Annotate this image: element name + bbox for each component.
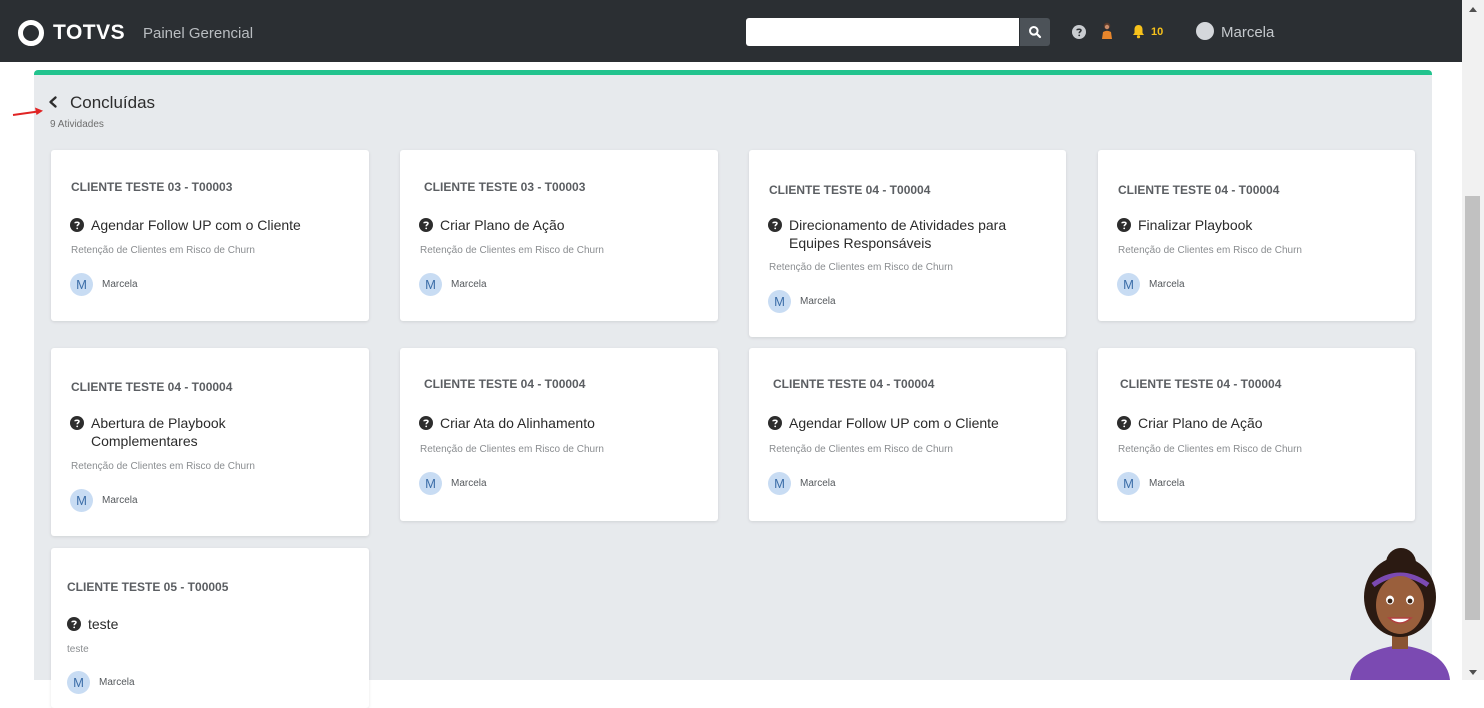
- card-task-label: Finalizar Playbook: [1138, 217, 1253, 233]
- card-user: Marcela: [102, 495, 138, 506]
- card-task-label: Direcionamento de Atividades para Equipe…: [789, 217, 1007, 251]
- card-description: Retenção de Clientes em Risco de Churn: [420, 444, 604, 455]
- notification-count[interactable]: 10: [1151, 26, 1163, 38]
- person-icon[interactable]: [1101, 22, 1113, 40]
- card-task: Agendar Follow UP com o Cliente: [70, 216, 360, 234]
- question-circle-icon: [1117, 416, 1131, 430]
- page-title: Concluídas: [70, 93, 156, 112]
- question-circle-icon: [1117, 218, 1131, 232]
- card-task: Abertura de Playbook Complementares: [70, 414, 290, 450]
- brand-logo[interactable]: TOTVS: [18, 20, 125, 46]
- card-task-label: Agendar Follow UP com o Cliente: [789, 415, 999, 431]
- activity-card[interactable]: CLIENTE TESTE 04 - T00004 Direcionamento…: [749, 150, 1066, 337]
- card-user: Marcela: [1149, 478, 1185, 489]
- card-description: Retenção de Clientes em Risco de Churn: [420, 245, 604, 256]
- avatar: M: [1117, 273, 1140, 296]
- avatar: M: [768, 472, 791, 495]
- card-client: CLIENTE TESTE 04 - T00004: [424, 377, 586, 391]
- brand-name: TOTVS: [53, 21, 126, 44]
- card-task: teste: [67, 615, 357, 633]
- scrollbar-thumb[interactable]: [1465, 196, 1480, 620]
- avatar: M: [419, 472, 442, 495]
- avatar: M: [768, 290, 791, 313]
- card-task-label: Criar Ata do Alinhamento: [440, 415, 595, 431]
- card-user: Marcela: [800, 478, 836, 489]
- card-task: Agendar Follow UP com o Cliente: [768, 414, 1058, 432]
- card-task: Criar Ata do Alinhamento: [419, 414, 709, 432]
- red-arrow-annotation-icon: [12, 107, 43, 116]
- card-user: Marcela: [102, 279, 138, 290]
- scroll-up-arrow[interactable]: [1469, 7, 1477, 12]
- card-description: Retenção de Clientes em Risco de Churn: [71, 461, 255, 472]
- card-task: Finalizar Playbook: [1117, 216, 1407, 234]
- activities-count: 9 Atividades: [50, 119, 104, 130]
- search-icon: [1029, 26, 1042, 39]
- card-task-label: Agendar Follow UP com o Cliente: [91, 217, 301, 233]
- card-task: Direcionamento de Atividades para Equipe…: [768, 216, 1048, 252]
- activity-card[interactable]: CLIENTE TESTE 03 - T00003 Criar Plano de…: [400, 150, 718, 321]
- search-button[interactable]: [1020, 18, 1050, 46]
- card-client: CLIENTE TESTE 04 - T00004: [769, 183, 931, 197]
- activity-card[interactable]: CLIENTE TESTE 04 - T00004 Criar Ata do A…: [400, 348, 718, 521]
- activity-card[interactable]: CLIENTE TESTE 04 - T00004 Abertura de Pl…: [51, 348, 369, 536]
- avatar: M: [419, 273, 442, 296]
- question-circle-icon: [768, 416, 782, 430]
- card-description: Retenção de Clientes em Risco de Churn: [769, 262, 953, 273]
- bell-icon[interactable]: [1132, 24, 1145, 39]
- card-user: Marcela: [451, 478, 487, 489]
- totvs-logo-icon: [18, 20, 44, 46]
- activity-card[interactable]: CLIENTE TESTE 03 - T00003 Agendar Follow…: [51, 150, 369, 321]
- card-description: teste: [67, 644, 89, 655]
- question-circle-icon: [768, 218, 782, 232]
- user-avatar-icon[interactable]: [1196, 22, 1214, 40]
- card-task-label: Abertura de Playbook Complementares: [91, 415, 226, 449]
- avatar: M: [70, 489, 93, 512]
- back-chevron-icon[interactable]: [47, 95, 59, 109]
- card-client: CLIENTE TESTE 04 - T00004: [71, 380, 233, 394]
- activity-card[interactable]: CLIENTE TESTE 04 - T00004 Finalizar Play…: [1098, 150, 1415, 321]
- card-client: CLIENTE TESTE 04 - T00004: [773, 377, 935, 391]
- card-client: CLIENTE TESTE 04 - T00004: [1120, 377, 1282, 391]
- question-circle-icon: [67, 617, 81, 631]
- card-client: CLIENTE TESTE 04 - T00004: [1118, 183, 1280, 197]
- card-task: Criar Plano de Ação: [419, 216, 709, 234]
- card-user: Marcela: [451, 279, 487, 290]
- search-input[interactable]: [746, 18, 1019, 46]
- card-task: Criar Plano de Ação: [1117, 414, 1407, 432]
- question-circle-icon: [419, 218, 433, 232]
- avatar: M: [1117, 472, 1140, 495]
- card-user: Marcela: [99, 677, 135, 688]
- question-circle-icon: [70, 218, 84, 232]
- help-icon[interactable]: [1072, 25, 1086, 39]
- question-circle-icon: [419, 416, 433, 430]
- card-task-label: Criar Plano de Ação: [440, 217, 565, 233]
- card-task-label: Criar Plano de Ação: [1138, 415, 1263, 431]
- scroll-down-arrow[interactable]: [1469, 670, 1477, 675]
- activity-card[interactable]: CLIENTE TESTE 04 - T00004 Criar Plano de…: [1098, 348, 1415, 521]
- avatar: M: [67, 671, 90, 694]
- card-task-label: teste: [88, 616, 119, 632]
- activity-card[interactable]: CLIENTE TESTE 05 - T00005 teste teste M …: [51, 548, 369, 708]
- card-description: Retenção de Clientes em Risco de Churn: [1118, 444, 1302, 455]
- avatar: M: [70, 273, 93, 296]
- card-user: Marcela: [1149, 279, 1185, 290]
- card-description: Retenção de Clientes em Risco de Churn: [1118, 245, 1302, 256]
- card-client: CLIENTE TESTE 03 - T00003: [424, 180, 586, 194]
- card-description: Retenção de Clientes em Risco de Churn: [71, 245, 255, 256]
- card-client: CLIENTE TESTE 03 - T00003: [71, 180, 233, 194]
- card-client: CLIENTE TESTE 05 - T00005: [67, 580, 229, 594]
- activity-card[interactable]: CLIENTE TESTE 04 - T00004 Agendar Follow…: [749, 348, 1066, 521]
- user-name[interactable]: Marcela: [1221, 24, 1274, 41]
- app-subtitle[interactable]: Painel Gerencial: [143, 25, 253, 42]
- card-description: Retenção de Clientes em Risco de Churn: [769, 444, 953, 455]
- virtual-assistant-avatar[interactable]: [1345, 545, 1455, 680]
- question-circle-icon: [70, 416, 84, 430]
- card-user: Marcela: [800, 296, 836, 307]
- top-bar: TOTVS Painel Gerencial 10 Marcela: [0, 0, 1462, 62]
